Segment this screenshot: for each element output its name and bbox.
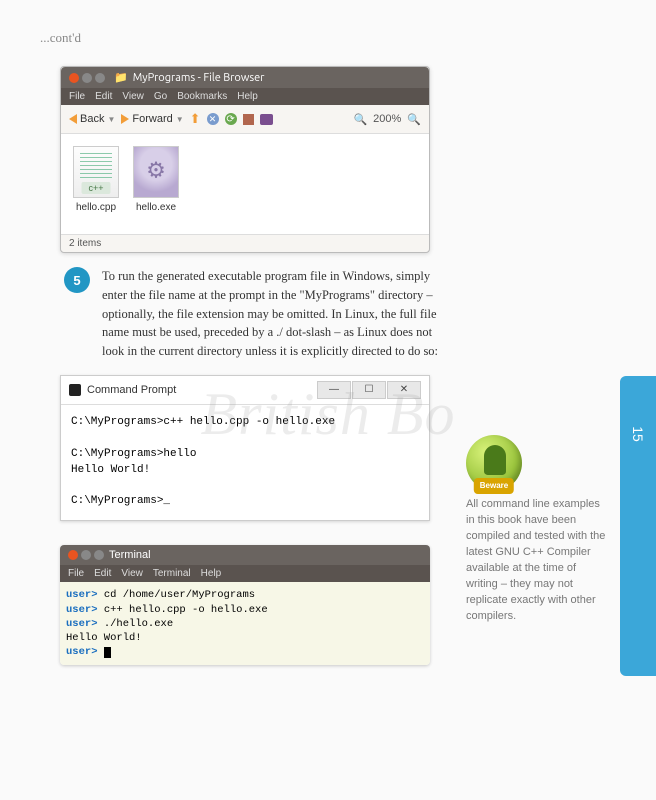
arrow-right-icon [121,114,129,124]
file-browser-menubar: File Edit View Go Bookmarks Help [61,88,429,105]
window-controls [69,73,105,83]
menu-file[interactable]: File [68,568,84,579]
beware-callout: Beware All command line examples in this… [466,435,606,625]
status-bar: 2 items [61,234,429,252]
forward-label: Forward [132,113,172,125]
zoom-in-icon[interactable]: 🔍 [407,113,421,126]
arrow-left-icon [69,114,77,124]
zoom-level: 200% [373,113,401,125]
minimize-icon[interactable] [82,73,92,83]
chevron-down-icon: ▼ [176,115,184,124]
maximize-icon[interactable] [94,550,104,560]
command: cd /home/user/MyPrograms [98,589,256,601]
menu-view[interactable]: View [122,91,144,102]
close-icon[interactable]: ✕ [387,381,421,399]
zoom-controls: 🔍 200% 🔍 [353,113,421,126]
prompt: user> [66,589,98,601]
prompt: user> [66,618,98,630]
command: ./hello.exe [98,618,174,630]
beware-label: Beware [474,478,514,494]
menu-terminal[interactable]: Terminal [153,568,191,579]
terminal-window: Terminal File Edit View Terminal Help us… [60,545,430,665]
window-title: Command Prompt [87,384,176,396]
prompt: user> [66,646,98,658]
file-browser-content: hello.cpp hello.exe [61,134,429,234]
beware-text: All command line examples in this book h… [466,497,606,625]
step-text: To run the generated executable program … [102,267,454,361]
terminal-body[interactable]: user> cd /home/user/MyPrograms user> c++… [60,582,430,665]
file-browser-titlebar: 📁 MyPrograms - File Browser [61,67,429,88]
reload-icon[interactable]: ⟳ [225,113,237,125]
window-controls: — ☐ ✕ [317,381,421,399]
back-button[interactable]: Back ▼ [69,113,115,125]
step-block: 5 To run the generated executable progra… [64,267,454,361]
file-name: hello.exe [133,202,179,213]
computer-icon[interactable] [260,114,273,125]
close-icon[interactable] [69,73,79,83]
minimize-icon[interactable]: — [317,381,351,399]
menu-edit[interactable]: Edit [95,91,112,102]
continued-label: ...cont'd [40,30,616,46]
up-icon[interactable]: ⬆ [190,111,201,127]
menu-edit[interactable]: Edit [94,568,111,579]
zoom-out-icon[interactable]: 🔍 [353,113,367,126]
window-title: MyPrograms - File Browser [133,72,265,84]
menu-view[interactable]: View [121,568,143,579]
file-item-exe[interactable]: hello.exe [133,146,179,222]
close-icon[interactable] [68,550,78,560]
menu-bookmarks[interactable]: Bookmarks [177,91,227,102]
cursor [104,647,111,658]
folder-icon: 📁 [114,71,128,84]
command-prompt-window: Command Prompt — ☐ ✕ C:\MyPrograms>c++ h… [60,375,430,522]
window-title: Terminal [109,549,151,561]
terminal-menubar: File Edit View Terminal Help [60,565,430,582]
page-number: 15 [630,426,646,442]
maximize-icon[interactable] [95,73,105,83]
step-number: 5 [64,267,90,293]
exe-file-icon [133,146,179,198]
home-icon[interactable] [243,114,254,125]
terminal-titlebar: Terminal [60,545,430,565]
command-prompt-body[interactable]: C:\MyPrograms>c++ hello.cpp -o hello.exe… [61,405,429,521]
cpp-file-icon [73,146,119,198]
command: c++ hello.cpp -o hello.exe [98,604,268,616]
page-tab: 15 [620,376,656,676]
file-browser-window: 📁 MyPrograms - File Browser File Edit Vi… [60,66,430,253]
forward-button[interactable]: Forward ▼ [121,113,183,125]
file-name: hello.cpp [73,202,119,213]
chevron-down-icon: ▼ [107,115,115,124]
menu-help[interactable]: Help [201,568,222,579]
minimize-icon[interactable] [81,550,91,560]
menu-go[interactable]: Go [154,91,167,102]
file-browser-toolbar: Back ▼ Forward ▼ ⬆ ✕ ⟳ 🔍 200% 🔍 [61,105,429,134]
menu-help[interactable]: Help [237,91,258,102]
beware-icon: Beware [466,435,522,491]
prompt: user> [66,604,98,616]
command-prompt-titlebar: Command Prompt — ☐ ✕ [61,376,429,405]
maximize-icon[interactable]: ☐ [352,381,386,399]
menu-file[interactable]: File [69,91,85,102]
window-controls [68,550,104,560]
output: Hello World! [66,632,142,644]
cmd-icon [69,384,81,396]
stop-icon[interactable]: ✕ [207,113,219,125]
back-label: Back [80,113,104,125]
file-item-cpp[interactable]: hello.cpp [73,146,119,222]
